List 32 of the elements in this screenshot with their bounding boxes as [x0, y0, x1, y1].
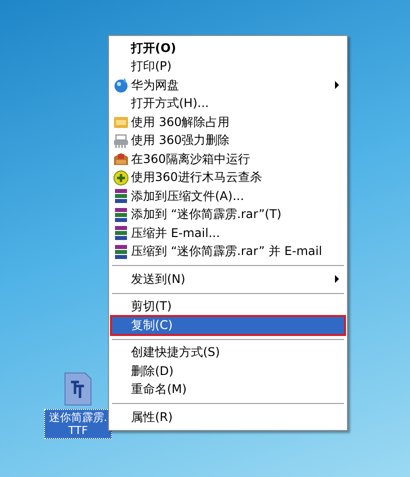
- menu-item[interactable]: 使用 360强力删除: [111, 132, 345, 150]
- menu-item[interactable]: 发送到(N): [111, 270, 345, 288]
- books-icon: [113, 244, 129, 260]
- globe-icon: [113, 77, 129, 94]
- menu-item[interactable]: 打开方式(H)...: [111, 94, 345, 113]
- menu-item[interactable]: 使用360进行木马云查杀: [111, 168, 345, 187]
- menu-item[interactable]: 打开(O): [111, 39, 345, 58]
- books-icon: [113, 206, 129, 223]
- menu-item[interactable]: 压缩并 E-mail...: [111, 224, 345, 242]
- menu-item[interactable]: 删除(D): [111, 362, 345, 380]
- menu-item[interactable]: 剪切(T): [111, 298, 345, 316]
- font-file-icon[interactable]: [63, 372, 93, 406]
- menu-item[interactable]: 添加到压缩文件(A)...: [111, 187, 345, 206]
- menu-item[interactable]: 创建快捷方式(S): [111, 344, 345, 362]
- file-name[interactable]: 迷你简霹雳.TTF: [44, 409, 112, 439]
- menu-item[interactable]: 压缩到 “迷你简霹雳.rar” 并 E-mail: [111, 242, 345, 261]
- books-icon: [113, 188, 129, 204]
- shredder-icon: [113, 132, 129, 149]
- submenu-arrow-icon: [335, 81, 339, 90]
- submenu-arrow-icon: [335, 275, 339, 284]
- books-icon: [113, 225, 129, 242]
- folder-icon: [113, 114, 129, 130]
- menu-item[interactable]: 复制(C): [111, 316, 345, 334]
- plus-icon: [113, 170, 129, 186]
- menu-item[interactable]: 在360隔离沙箱中运行: [111, 150, 345, 168]
- menu-item[interactable]: 属性(R): [111, 408, 345, 426]
- box-icon: [113, 151, 129, 168]
- menu-item[interactable]: 添加到 “迷你简霹雳.rar”(T): [111, 206, 345, 224]
- menu-item[interactable]: 华为网盘: [111, 76, 345, 94]
- menu-item[interactable]: 使用 360解除占用: [111, 113, 345, 132]
- menu-item[interactable]: 打印(P): [111, 58, 345, 76]
- menu-item[interactable]: 重命名(M): [111, 380, 345, 399]
